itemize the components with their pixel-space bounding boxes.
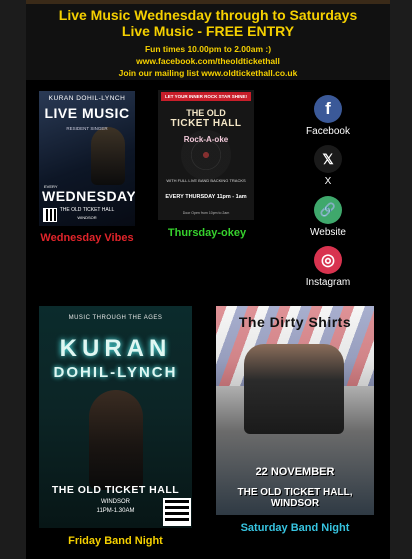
x-icon[interactable]: 𝕏 bbox=[314, 145, 342, 173]
poster-tagline: MUSIC THROUGH THE AGES bbox=[68, 315, 163, 321]
poster-thursday[interactable]: LET YOUR INNER ROCK STAR SHINE! THE OLD … bbox=[158, 90, 254, 220]
social-website[interactable]: 🔗 Website bbox=[300, 196, 356, 238]
poster-artist-last: DOHIL-LYNCH bbox=[53, 364, 178, 381]
website-label[interactable]: Website bbox=[300, 227, 356, 238]
caption-friday: Friday Band Night bbox=[68, 535, 163, 547]
mailing-list-link[interactable]: Join our mailing list www.oldtickethall.… bbox=[26, 67, 390, 79]
x-label[interactable]: X bbox=[300, 176, 356, 187]
band-photo bbox=[244, 344, 344, 434]
caption-saturday: Saturday Band Night bbox=[240, 522, 350, 534]
social-facebook[interactable]: f Facebook bbox=[300, 95, 356, 137]
poster-friday[interactable]: MUSIC THROUGH THE AGES KURAN DOHIL-LYNCH… bbox=[39, 306, 192, 528]
poster-role: RESIDENT SINGER bbox=[66, 126, 108, 131]
qr-code-icon bbox=[43, 208, 57, 222]
poster-wednesday[interactable]: KURAN DOHIL-LYNCH LIVE MUSIC RESIDENT SI… bbox=[39, 91, 135, 226]
singer-photo bbox=[91, 127, 125, 185]
header-subtitle: Live Music - FREE ENTRY bbox=[121, 23, 295, 39]
poster-info: WITH FULL LIVE BAND BACKING TRACKS bbox=[166, 178, 246, 183]
instagram-label[interactable]: Instagram bbox=[300, 277, 356, 288]
social-x[interactable]: 𝕏 X bbox=[300, 145, 356, 187]
facebook-icon[interactable]: f bbox=[314, 95, 342, 123]
header: Live Music Wednesday through to Saturday… bbox=[26, 4, 390, 79]
poster-artist-name: KURAN DOHIL-LYNCH bbox=[48, 95, 126, 102]
singer-photo bbox=[89, 390, 143, 490]
caption-wednesday: Wednesday Vibes bbox=[40, 232, 134, 244]
link-icon[interactable]: 🔗 bbox=[314, 196, 342, 224]
social-instagram[interactable]: ◎ Instagram bbox=[300, 246, 356, 288]
facebook-link[interactable]: www.facebook.com/theoldtickethall bbox=[26, 55, 390, 67]
qr-code-icon bbox=[163, 498, 191, 526]
facebook-label[interactable]: Facebook bbox=[300, 126, 356, 137]
poster-footer: Door Open from 10pm to 2am bbox=[182, 211, 230, 215]
poster-saturday[interactable]: The Dirty Shirts 22 NOVEMBER THE OLD TIC… bbox=[216, 306, 374, 515]
poster-schedule: EVERY THURSDAY 11pm - 1am bbox=[165, 194, 247, 200]
poster-artist-first: KURAN bbox=[59, 335, 172, 362]
header-title: Live Music Wednesday through to Saturday… bbox=[58, 7, 358, 23]
poster-date: 22 NOVEMBER bbox=[255, 466, 335, 478]
poster-venue: THE OLD TICKET HALL bbox=[51, 484, 180, 496]
poster-venue: THE OLD TICKET HALL, WINDSOR bbox=[237, 487, 353, 509]
poster-band-name: The Dirty Shirts bbox=[238, 314, 352, 330]
poster-day: WEDNESDAY bbox=[42, 188, 135, 204]
instagram-icon[interactable]: ◎ bbox=[314, 246, 342, 274]
poster-title-line1: THE OLD bbox=[186, 108, 226, 118]
header-times: Fun times 10.00pm to 2.00am :) bbox=[144, 44, 272, 54]
poster-rockaoke: Rock-A-oke bbox=[183, 135, 229, 144]
poster-banner: LET YOUR INNER ROCK STAR SHINE! bbox=[161, 92, 251, 101]
poster-title-line2: TICKET HALL bbox=[170, 118, 242, 129]
caption-thursday: Thursday-okey bbox=[167, 227, 247, 239]
poster-title: LIVE MUSIC bbox=[44, 105, 130, 121]
